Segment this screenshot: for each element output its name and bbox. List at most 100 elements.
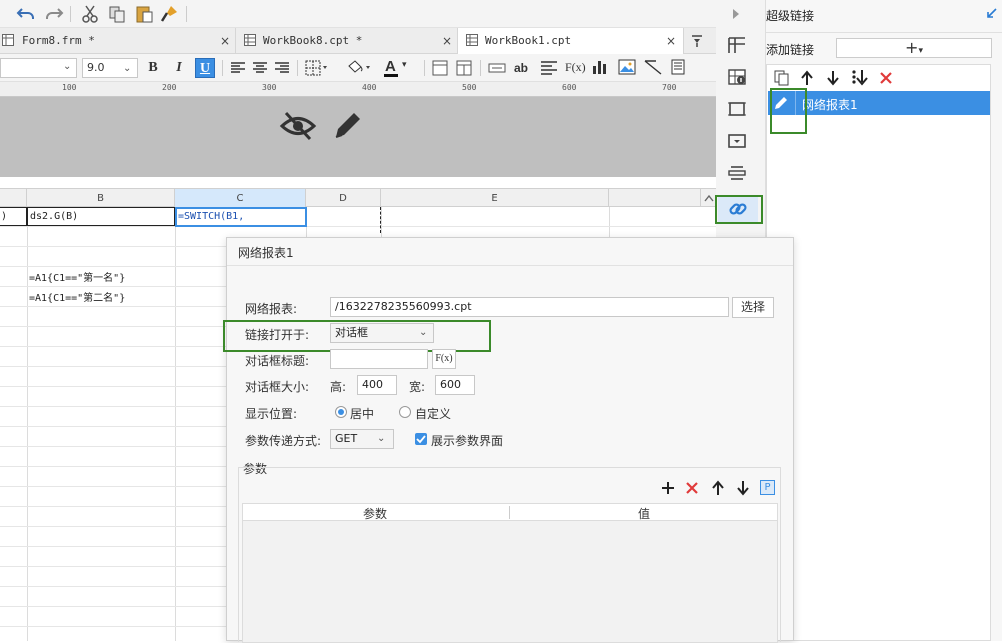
column-header-f[interactable] bbox=[609, 189, 701, 208]
insert-textfield-icon[interactable] bbox=[488, 63, 506, 73]
move-bottom-icon[interactable] bbox=[851, 69, 869, 87]
edit-icon[interactable] bbox=[330, 109, 366, 143]
param-method-select[interactable]: GET ⌄ bbox=[330, 429, 394, 449]
font-size-select[interactable]: 9.0 ⌄ bbox=[82, 58, 138, 78]
tab-close-button[interactable]: × bbox=[666, 28, 676, 54]
formula-button[interactable]: F(x) bbox=[432, 349, 456, 369]
separator bbox=[297, 60, 298, 76]
chevron-right-icon[interactable] bbox=[731, 8, 741, 20]
width-input[interactable]: 600 bbox=[435, 375, 475, 395]
radio-dot bbox=[338, 409, 344, 415]
tab-menu-icon[interactable] bbox=[690, 34, 704, 48]
position-custom-label: 自定义 bbox=[415, 407, 452, 421]
tab-workbook1[interactable]: WorkBook1.cpt × bbox=[458, 28, 684, 55]
param-down-icon[interactable] bbox=[736, 480, 750, 496]
tab-form8[interactable]: Form8.frm * × bbox=[0, 28, 236, 54]
column-header-d[interactable]: D bbox=[306, 189, 381, 208]
tab-label: Form8.frm * bbox=[22, 34, 95, 47]
insert-formula-button[interactable]: F(x) bbox=[565, 60, 586, 75]
condition-attribute-icon[interactable] bbox=[727, 164, 747, 182]
cell-attribute-icon[interactable] bbox=[727, 68, 747, 86]
cell-element-icon[interactable] bbox=[727, 36, 747, 54]
hide-icon[interactable] bbox=[278, 109, 318, 143]
chevron-down-icon: ▾ bbox=[918, 46, 923, 56]
tab-close-button[interactable]: × bbox=[442, 28, 452, 54]
add-link-button[interactable]: +▾ bbox=[836, 38, 992, 58]
cell-a1[interactable]: ) bbox=[0, 207, 27, 226]
panel-title: 超级链接 bbox=[766, 9, 815, 23]
delete-param-icon[interactable] bbox=[685, 481, 699, 495]
widget-icon[interactable] bbox=[727, 132, 747, 150]
align-center-icon[interactable] bbox=[252, 61, 268, 75]
cell-b1[interactable]: ds2.G(B) bbox=[27, 207, 175, 226]
underline-button[interactable]: U bbox=[195, 58, 215, 78]
format-toolbar: ⌄ 9.0 ⌄ B I U A ▾ ab F(x) bbox=[0, 54, 716, 82]
copy-icon[interactable] bbox=[774, 70, 790, 86]
separator bbox=[186, 6, 187, 22]
hyperlink-editor-dialog: 网络报表1 网络报表: /1632278235560993.cpt 选择 链接打… bbox=[223, 237, 794, 643]
workbook-icon bbox=[244, 34, 256, 46]
choose-button[interactable]: 选择 bbox=[732, 297, 774, 318]
insert-slash-icon[interactable] bbox=[644, 59, 662, 75]
insert-text-button[interactable]: ab bbox=[514, 61, 528, 75]
column-header-b[interactable]: B bbox=[27, 189, 175, 208]
column-header-e[interactable]: E bbox=[381, 189, 609, 208]
font-color-swatch bbox=[384, 74, 398, 77]
position-center-radio[interactable] bbox=[335, 406, 347, 418]
hyperlink-panel: 超级链接 添加链接 +▾ 网络报表1 bbox=[766, 0, 1002, 641]
chevron-down-icon: ⌄ bbox=[63, 61, 72, 72]
delete-icon[interactable] bbox=[879, 71, 893, 85]
tab-close-button[interactable]: × bbox=[220, 28, 230, 54]
align-right-icon[interactable] bbox=[274, 61, 290, 75]
collapse-panel-icon[interactable] bbox=[985, 8, 997, 20]
divider bbox=[766, 32, 1002, 33]
font-family-select[interactable]: ⌄ bbox=[0, 58, 77, 78]
dialog-title-input[interactable] bbox=[330, 349, 428, 369]
param-method-label: 参数传递方式: bbox=[245, 434, 322, 448]
italic-button[interactable]: I bbox=[170, 58, 188, 78]
report-label: 网络报表: bbox=[245, 302, 298, 316]
param-template-icon[interactable]: P bbox=[760, 480, 775, 495]
insert-richtext-icon[interactable] bbox=[540, 60, 558, 76]
show-params-checkbox[interactable] bbox=[415, 433, 427, 445]
check-icon bbox=[416, 435, 426, 444]
cell-b5-text[interactable]: =A1{C1=="第二名"} bbox=[29, 289, 125, 304]
move-up-icon[interactable] bbox=[800, 70, 814, 86]
params-header-value: 值 bbox=[638, 507, 651, 521]
tab-workbook8[interactable]: WorkBook8.cpt * × bbox=[236, 28, 458, 54]
spacer bbox=[0, 177, 716, 188]
position-custom-radio[interactable] bbox=[399, 406, 411, 418]
report-path-input[interactable]: /1632278235560993.cpt bbox=[330, 297, 729, 317]
paste-icon[interactable] bbox=[134, 4, 154, 24]
copy-icon[interactable] bbox=[107, 4, 127, 24]
add-param-icon[interactable] bbox=[661, 481, 675, 495]
cell-c1-selected[interactable]: =SWITCH(B1, bbox=[175, 207, 307, 227]
tab-label: WorkBook1.cpt bbox=[485, 34, 572, 47]
style-icon[interactable] bbox=[727, 100, 747, 118]
column-header-a[interactable] bbox=[0, 189, 27, 208]
height-input[interactable]: 400 bbox=[357, 375, 397, 395]
cell-b4-text[interactable]: =A1{C1=="第一名"} bbox=[29, 269, 125, 284]
scroll-up-icon[interactable] bbox=[703, 193, 715, 203]
insert-subreport-icon[interactable] bbox=[670, 59, 686, 75]
border-icon[interactable] bbox=[305, 60, 329, 76]
format-painter-icon[interactable] bbox=[160, 4, 180, 24]
insert-image-icon[interactable] bbox=[618, 59, 636, 75]
param-up-icon[interactable] bbox=[711, 480, 725, 496]
move-down-icon[interactable] bbox=[826, 70, 840, 86]
params-table[interactable]: 参数 值 bbox=[242, 503, 778, 643]
undo-icon[interactable] bbox=[16, 4, 36, 24]
redo-icon[interactable] bbox=[44, 4, 64, 24]
fill-color-icon[interactable] bbox=[345, 59, 373, 77]
column-header-c[interactable]: C bbox=[175, 189, 306, 208]
font-color-button[interactable]: A ▾ bbox=[382, 58, 412, 78]
merge-cells-icon[interactable] bbox=[432, 60, 448, 76]
ruler-mark: 500 bbox=[462, 83, 477, 92]
split-cells-icon[interactable] bbox=[456, 60, 472, 76]
bold-button[interactable]: B bbox=[144, 58, 162, 78]
align-left-icon[interactable] bbox=[230, 61, 246, 75]
insert-chart-icon[interactable] bbox=[592, 59, 608, 75]
cut-icon[interactable] bbox=[80, 4, 100, 24]
cell-a1-text: ) bbox=[1, 211, 8, 222]
show-params-label: 展示参数界面 bbox=[431, 434, 504, 448]
